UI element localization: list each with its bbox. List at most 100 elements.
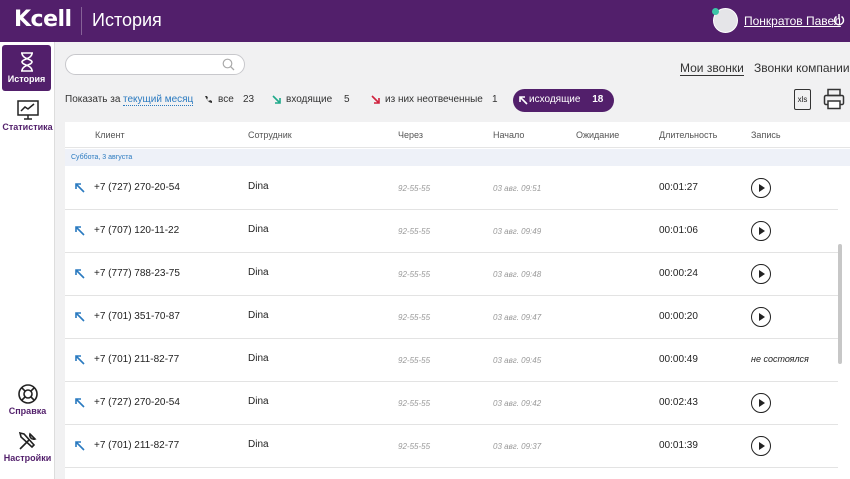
period-selector[interactable]: текущий месяц	[123, 94, 194, 106]
table-row[interactable]: +7 (701) 211-82-77 Dina 92-55-55 03 авг. 09…	[65, 339, 838, 382]
client-phone[interactable]: +7 (727) 270-20-54	[94, 397, 180, 408]
play-recording-button[interactable]	[751, 221, 771, 241]
table-row[interactable]: +7 (707) 120-11-22 Dina 92-55-55 03 авг. 09…	[65, 210, 838, 253]
table-row[interactable]: +7 (701) 211-82-77 Dina 92-55-55 03 авг. 09…	[65, 425, 838, 468]
call-start: 03 авг. 09:37	[493, 442, 542, 451]
incoming-arrow-icon	[272, 95, 281, 104]
sidebar-item-label: Справка	[8, 406, 47, 416]
sidebar-item-settings[interactable]: Настройки	[0, 429, 55, 463]
filter-outgoing-count: 18	[592, 94, 604, 105]
outgoing-call-icon	[75, 226, 85, 236]
employee-name: Dina	[248, 181, 269, 192]
scrollbar[interactable]	[838, 244, 842, 364]
tab-my-calls[interactable]: Мои звонки	[680, 61, 744, 76]
call-start: 03 авг. 09:47	[493, 313, 542, 322]
call-duration: 00:01:39	[659, 440, 698, 451]
client-phone[interactable]: +7 (701) 211-82-77	[94, 354, 179, 365]
column-client[interactable]: Клиент	[95, 130, 125, 140]
filter-outgoing-label: исходящие	[529, 94, 581, 105]
sidebar: История Статистика Справка Настройки	[0, 42, 55, 479]
printer-icon[interactable]	[823, 88, 845, 110]
outgoing-call-icon	[75, 312, 85, 322]
sidebar-item-label: История	[7, 74, 46, 84]
page-title: История	[92, 10, 162, 30]
call-start: 03 авг. 09:48	[493, 270, 542, 279]
tools-icon	[18, 431, 37, 450]
filter-all[interactable]: все	[218, 94, 234, 105]
call-duration: 00:00:49	[659, 354, 698, 365]
sidebar-item-statistics[interactable]: Статистика	[0, 98, 55, 132]
column-record[interactable]: Запись	[751, 130, 781, 140]
table-row[interactable]: +7 (701) 351-70-87 Dina 92-55-55 03 авг. 09…	[65, 296, 838, 339]
client-phone[interactable]: +7 (777) 788-23-75	[94, 268, 180, 279]
table-row[interactable]: +7 (727) 270-20-54 Dina 92-55-55 03 авг. 09…	[65, 382, 838, 425]
header-divider	[81, 7, 82, 35]
call-start: 03 авг. 09:45	[493, 356, 542, 365]
table-row[interactable]: +7 (727) 270-20-54 Dina 92-55-55 03 авг. 09…	[65, 167, 838, 210]
filter-all-count: 23	[243, 94, 255, 105]
export-xls-button[interactable]: xls	[794, 89, 811, 110]
call-duration: 00:02:43	[659, 397, 698, 408]
via-number: 92-55-55	[398, 270, 431, 279]
outgoing-call-icon	[75, 183, 85, 193]
top-bar: Kcell История Понкратов Павел	[0, 0, 850, 42]
column-employee[interactable]: Сотрудник	[248, 130, 292, 140]
table-row[interactable]: +7 (777) 788-23-75 Dina 92-55-55 03 авг. 09…	[65, 253, 838, 296]
hourglass-icon	[20, 52, 33, 72]
employee-name: Dina	[248, 310, 269, 321]
call-duration: 00:00:20	[659, 311, 698, 322]
outgoing-call-icon	[75, 398, 85, 408]
main-content: Мои звонки Звонки компании Показать за т…	[55, 42, 850, 479]
outgoing-arrow-icon	[519, 96, 528, 105]
via-number: 92-55-55	[398, 313, 431, 322]
missed-arrow-icon	[371, 95, 380, 104]
employee-name: Dina	[248, 353, 269, 364]
via-number: 92-55-55	[398, 227, 431, 236]
client-phone[interactable]: +7 (727) 270-20-54	[94, 182, 180, 193]
filter-missed-count: 1	[492, 94, 498, 105]
call-duration: 00:01:06	[659, 225, 698, 236]
client-phone[interactable]: +7 (707) 120-11-22	[94, 225, 179, 236]
client-phone[interactable]: +7 (701) 351-70-87	[94, 311, 180, 322]
call-duration: 00:00:24	[659, 268, 698, 279]
lifebuoy-icon	[17, 384, 38, 404]
filter-incoming[interactable]: входящие	[286, 94, 332, 105]
column-duration[interactable]: Длительность	[659, 130, 717, 140]
power-icon[interactable]	[833, 13, 845, 27]
outgoing-call-icon	[75, 441, 85, 451]
sidebar-item-label: Статистика	[2, 122, 53, 132]
play-recording-button[interactable]	[751, 436, 771, 456]
online-status-dot	[712, 8, 719, 15]
column-via[interactable]: Через	[398, 130, 423, 140]
play-recording-button[interactable]	[751, 393, 771, 413]
search-icon[interactable]	[222, 58, 235, 71]
outgoing-call-icon	[75, 355, 85, 365]
phone-icon	[205, 96, 212, 103]
play-recording-button[interactable]	[751, 264, 771, 284]
call-start: 03 авг. 09:42	[493, 399, 542, 408]
kcell-logo[interactable]: Kcell	[14, 7, 72, 32]
sidebar-item-help[interactable]: Справка	[0, 382, 55, 416]
sidebar-item-history[interactable]: История	[2, 45, 51, 91]
chart-monitor-icon	[16, 100, 39, 120]
client-phone[interactable]: +7 (701) 211-82-77	[94, 440, 179, 451]
filter-missed[interactable]: из них неотвеченные	[385, 94, 483, 105]
column-start[interactable]: Начало	[493, 130, 524, 140]
play-recording-button[interactable]	[751, 307, 771, 327]
sidebar-item-label: Настройки	[3, 453, 52, 463]
column-wait[interactable]: Ожидание	[576, 130, 619, 140]
search-input[interactable]	[65, 54, 245, 75]
employee-name: Dina	[248, 224, 269, 235]
play-recording-button[interactable]	[751, 178, 771, 198]
employee-name: Dina	[248, 396, 269, 407]
user-name-link[interactable]: Понкратов Павел	[744, 14, 841, 28]
tab-company-calls[interactable]: Звонки компании	[754, 61, 850, 75]
via-number: 92-55-55	[398, 184, 431, 193]
outgoing-call-icon	[75, 269, 85, 279]
employee-name: Dina	[248, 439, 269, 450]
filter-outgoing[interactable]: исходящие 18	[513, 89, 614, 112]
table-header: Клиент Сотрудник Через Начало Ожидание Д…	[65, 122, 850, 148]
via-number: 92-55-55	[398, 399, 431, 408]
record-status: не состоялся	[751, 354, 809, 364]
call-start: 03 авг. 09:51	[493, 184, 542, 193]
